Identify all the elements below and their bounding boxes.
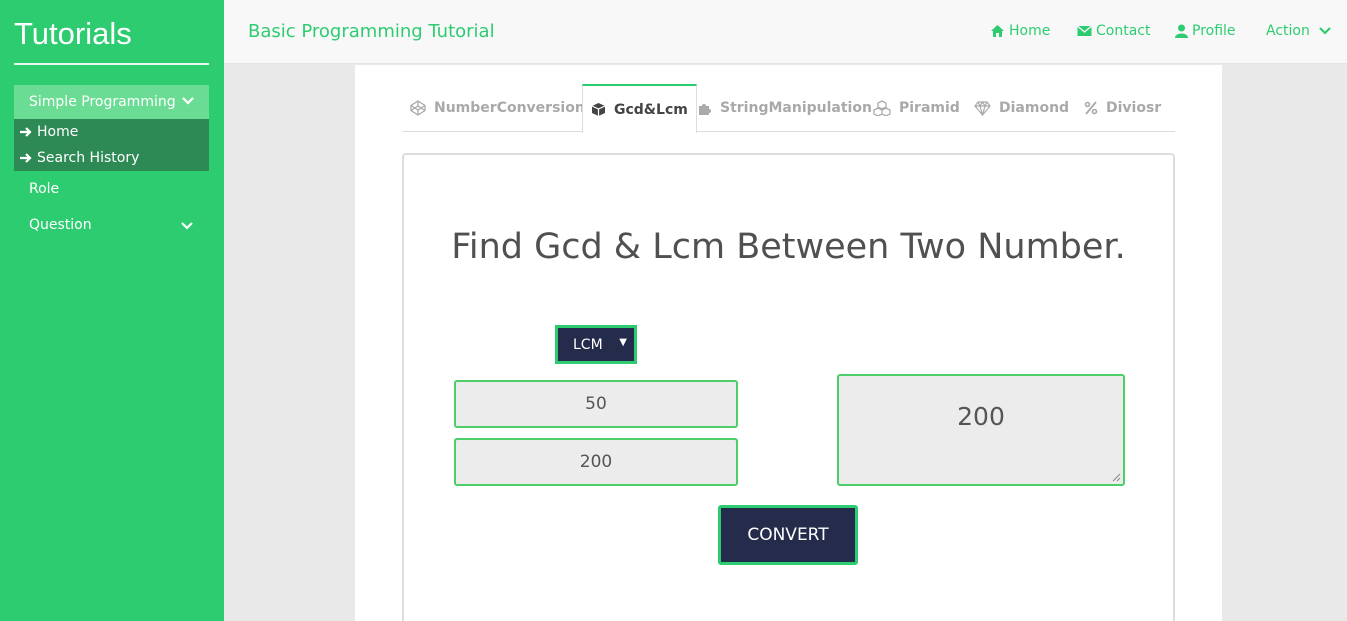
main-content: NumberConversion Gcd&Lcm StringManipulat…	[355, 65, 1222, 621]
tab-label: Gcd&Lcm	[614, 101, 688, 118]
home-icon	[991, 25, 1004, 37]
sidebar-group-simple-programming[interactable]: Simple Programming	[14, 85, 209, 119]
nav-action-label: Action	[1266, 23, 1310, 39]
sidebar-item-question[interactable]: Question	[29, 217, 209, 233]
tab-label: Piramid	[899, 100, 960, 116]
chevron-down-icon	[1319, 27, 1331, 35]
brand-divider	[14, 63, 209, 65]
tab-label: Diamond	[999, 100, 1070, 116]
chevron-down-icon	[182, 97, 194, 105]
resize-grip-icon[interactable]	[1112, 473, 1121, 482]
arrow-right-icon	[20, 153, 32, 163]
sidebar-item-label: Home	[37, 124, 79, 140]
user-icon	[1175, 24, 1188, 38]
number-2-input[interactable]	[454, 438, 738, 486]
tab-piramid[interactable]: Piramid	[865, 84, 968, 132]
gcd-lcm-card: Find Gcd & Lcm Between Two Number. LCM ▼…	[402, 153, 1175, 621]
caret-down-icon: ▼	[619, 337, 627, 348]
chevron-down-icon	[181, 222, 193, 230]
tab-string-manipulation[interactable]: StringManipulation	[689, 84, 880, 132]
brand-title: Tutorials	[14, 16, 132, 51]
convert-button[interactable]: CONVERT	[718, 505, 858, 565]
puzzle-icon	[699, 103, 711, 115]
sidebar-item-home[interactable]: Home	[19, 124, 78, 140]
tab-diviosr[interactable]: Diviosr	[1076, 84, 1169, 132]
codepen-icon	[410, 100, 426, 116]
sidebar-item-search-history[interactable]: Search History	[19, 150, 139, 166]
tab-label: Diviosr	[1106, 100, 1162, 116]
nav-profile-link[interactable]: Profile	[1175, 23, 1236, 39]
envelope-icon	[1077, 25, 1092, 36]
sidebar-submenu: Home Search History	[14, 119, 209, 171]
tab-label: StringManipulation	[720, 100, 872, 116]
tab-label: NumberConversion	[434, 100, 585, 116]
nav-contact-link[interactable]: Contact	[1077, 23, 1150, 39]
tab-number-conversion[interactable]: NumberConversion	[402, 84, 593, 132]
nav-profile-label: Profile	[1192, 23, 1236, 39]
result-value: 200	[957, 402, 1005, 431]
cubes-icon	[873, 100, 891, 116]
mode-select-value: LCM	[573, 336, 603, 353]
result-textarea[interactable]: 200	[837, 374, 1125, 486]
card-title: Find Gcd & Lcm Between Two Number.	[451, 227, 1126, 267]
sidebar-group-label: Simple Programming	[29, 94, 176, 110]
arrow-right-icon	[20, 127, 32, 137]
nav-home-label: Home	[1009, 23, 1051, 39]
nav-home-link[interactable]: Home	[990, 23, 1050, 39]
number-1-input[interactable]	[454, 380, 738, 428]
top-navbar: Basic Programming Tutorial Home Contact …	[224, 0, 1347, 64]
page-title: Basic Programming Tutorial	[248, 21, 495, 42]
tab-diamond[interactable]: Diamond	[966, 84, 1077, 132]
tab-gcd-lcm[interactable]: Gcd&Lcm	[582, 84, 697, 133]
sidebar-item-label: Question	[29, 217, 92, 233]
sidebar-item-label: Search History	[37, 150, 140, 166]
diamond-icon	[974, 100, 991, 116]
tab-bar: NumberConversion Gcd&Lcm StringManipulat…	[402, 84, 1175, 133]
mode-select[interactable]: LCM ▼	[555, 325, 637, 364]
percent-icon	[1084, 101, 1098, 115]
nav-action-dropdown[interactable]: Action	[1266, 23, 1332, 39]
nav-contact-label: Contact	[1096, 23, 1151, 39]
sidebar-item-role[interactable]: Role	[29, 181, 59, 197]
sidebar: Tutorials Simple Programming Home Search…	[0, 0, 224, 621]
cube-icon	[591, 103, 606, 116]
